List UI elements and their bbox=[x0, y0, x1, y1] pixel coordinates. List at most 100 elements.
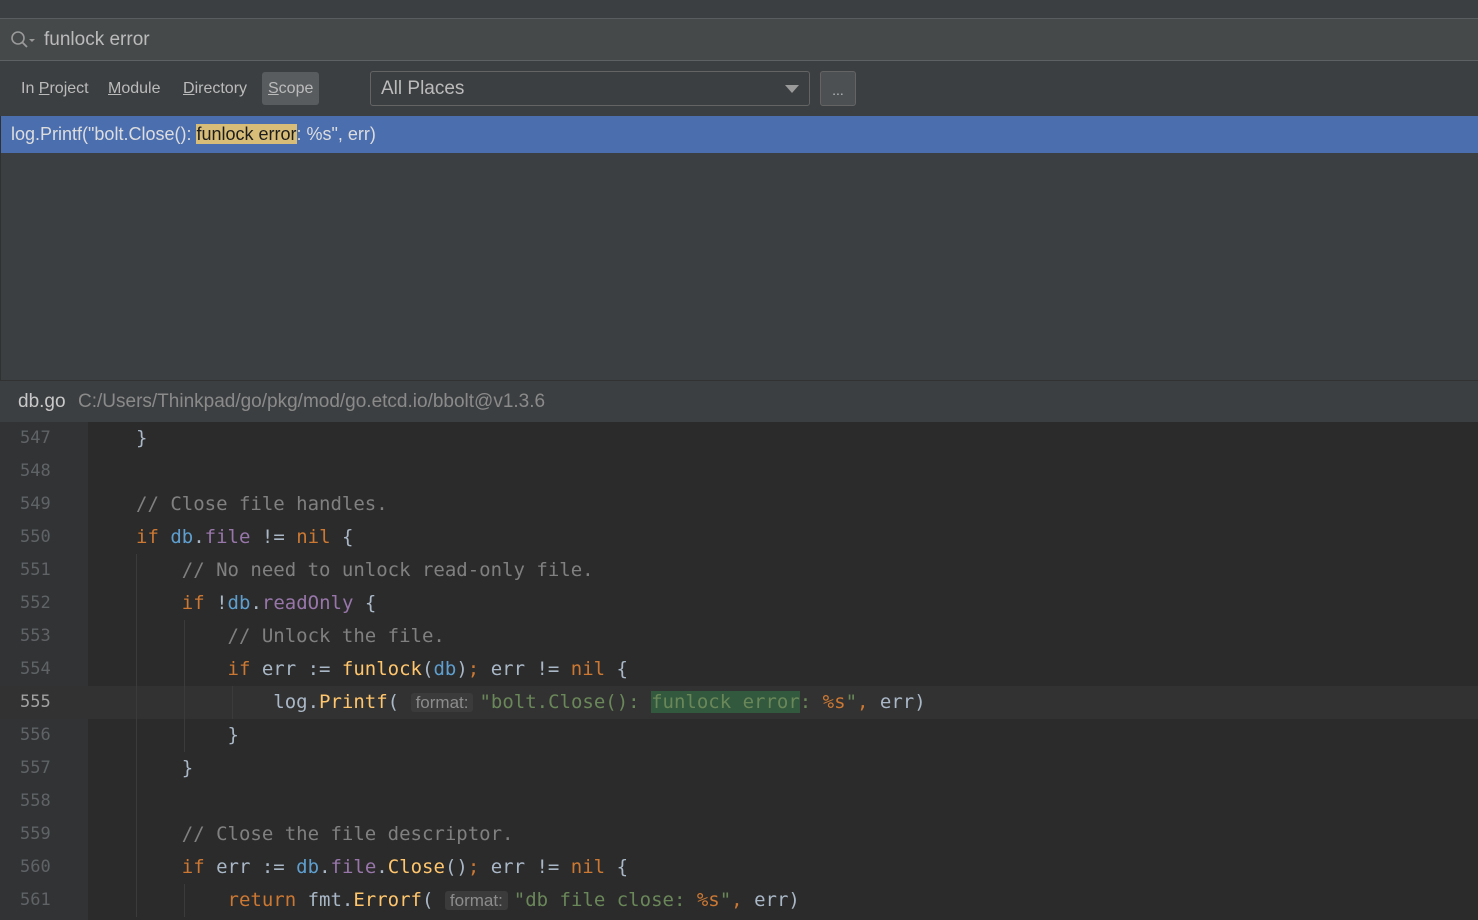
code-token: readOnly bbox=[261, 592, 354, 614]
search-icon[interactable] bbox=[10, 30, 36, 50]
code-token: : bbox=[799, 691, 823, 713]
code-token: ( bbox=[422, 889, 445, 911]
code-token: Errorf bbox=[353, 889, 422, 911]
code-token: file bbox=[204, 526, 251, 548]
line-number: 559 bbox=[20, 824, 51, 844]
code-preview[interactable]: 547} 548 549 // Close file handles. 550 if db… bbox=[0, 422, 1478, 920]
code-token: " bbox=[845, 691, 858, 713]
preview-file-header: db.go C:/Users/Thinkpad/go/pkg/mod/go.et… bbox=[0, 380, 1478, 423]
code-token: // No need to unlock read-only file. bbox=[181, 559, 594, 581]
line-number: 555 bbox=[20, 692, 51, 712]
line-number: 558 bbox=[20, 791, 51, 811]
tab-in-project[interactable]: In Project bbox=[15, 72, 95, 105]
tab-module[interactable]: Module bbox=[102, 72, 166, 105]
line-number: 556 bbox=[20, 725, 51, 745]
code-line: 560 if err := db.file.Close(); err != ni… bbox=[0, 851, 1478, 884]
line-number: 554 bbox=[20, 659, 51, 679]
tab-directory[interactable]: Directory bbox=[177, 72, 253, 105]
code-token: err := bbox=[261, 658, 342, 680]
code-text: return fmt.Errorf( format: "db file close… bbox=[136, 884, 800, 917]
line-number: 557 bbox=[20, 758, 51, 778]
code-token: } bbox=[136, 724, 239, 746]
code-text: } bbox=[136, 719, 239, 752]
code-text: log.Printf( format: "bolt.Close(): funloc… bbox=[136, 686, 926, 719]
line-number: 560 bbox=[20, 857, 51, 877]
line-number: 553 bbox=[20, 626, 51, 646]
result-match: funlock error bbox=[196, 124, 297, 144]
code-token: if bbox=[227, 658, 262, 680]
code-line: 553 // Unlock the file. bbox=[0, 620, 1478, 653]
code-token: ) bbox=[456, 658, 468, 680]
search-input[interactable] bbox=[44, 19, 1444, 60]
code-token: , bbox=[857, 691, 869, 713]
code-line: 554 if err := funlock(db); err != nil { bbox=[0, 653, 1478, 686]
search-bar bbox=[0, 19, 1478, 61]
code-token: "bolt.Close(): bbox=[479, 691, 652, 713]
scope-dropdown[interactable]: All Places bbox=[370, 71, 810, 106]
code-text: // Close the file descriptor. bbox=[136, 818, 514, 851]
code-line: 551 // No need to unlock read-only file. bbox=[0, 554, 1478, 587]
code-text: if !db.readOnly { bbox=[136, 587, 377, 620]
code-line: 559 // Close the file descriptor. bbox=[0, 818, 1478, 851]
search-match: funlock error bbox=[651, 691, 800, 713]
code-token: // Unlock the file. bbox=[227, 625, 445, 647]
code-token: log. bbox=[136, 691, 320, 713]
code-token: . bbox=[250, 592, 262, 614]
code-token: Printf bbox=[319, 691, 388, 713]
code-line: 547} bbox=[0, 422, 1478, 455]
scope-dropdown-value: All Places bbox=[381, 78, 465, 99]
code-token: file bbox=[330, 856, 377, 878]
line-number: 548 bbox=[20, 461, 51, 481]
code-token: nil bbox=[296, 526, 331, 548]
code-token: () bbox=[444, 856, 468, 878]
code-token: } bbox=[136, 757, 194, 779]
chevron-down-icon bbox=[785, 85, 799, 93]
line-number: 549 bbox=[20, 494, 51, 514]
code-token: , bbox=[731, 889, 743, 911]
code-token: nil bbox=[570, 856, 606, 878]
scope-bar: In Project Module Directory Scope All Pl… bbox=[0, 61, 1478, 116]
code-token: . bbox=[376, 856, 388, 878]
code-token: funlock bbox=[341, 658, 422, 680]
tab-scope[interactable]: Scope bbox=[262, 72, 320, 105]
code-text: // Close file handles. bbox=[136, 488, 388, 521]
code-token: if bbox=[181, 592, 217, 614]
code-token: err) bbox=[868, 691, 926, 713]
line-number: 550 bbox=[20, 527, 51, 547]
code-token: ( bbox=[387, 691, 411, 713]
result-text-after: : %s", err) bbox=[296, 124, 376, 144]
scope-more-button[interactable]: ... bbox=[820, 71, 856, 106]
code-token: err != bbox=[479, 856, 571, 878]
code-line: 550 if db.file != nil { bbox=[0, 521, 1478, 554]
top-strip bbox=[0, 0, 1478, 19]
code-token: ; bbox=[467, 856, 480, 878]
code-token: db bbox=[170, 526, 194, 548]
code-text: } bbox=[136, 422, 147, 455]
code-token: != bbox=[250, 526, 297, 548]
code-token: nil bbox=[570, 658, 606, 680]
result-text-before: log.Printf("bolt.Close(): bbox=[11, 124, 197, 144]
result-row[interactable]: log.Printf("bolt.Close(): funlock error:… bbox=[1, 116, 1478, 153]
code-token: err := bbox=[216, 856, 297, 878]
code-line: 558 bbox=[0, 785, 1478, 818]
code-token: ; bbox=[467, 658, 480, 680]
line-number: 551 bbox=[20, 560, 51, 580]
preview-file-name: db.go bbox=[18, 391, 66, 412]
code-line: 549 // Close file handles. bbox=[0, 488, 1478, 521]
code-token: } bbox=[136, 427, 148, 449]
code-token: Close bbox=[387, 856, 445, 878]
code-token: " bbox=[719, 889, 732, 911]
code-token: ( bbox=[422, 658, 434, 680]
code-token: err) bbox=[742, 889, 800, 911]
code-token: { bbox=[353, 592, 377, 614]
code-line: 557 } bbox=[0, 752, 1478, 785]
code-token: "db file close: bbox=[513, 889, 697, 911]
code-token: fmt. bbox=[307, 889, 354, 911]
